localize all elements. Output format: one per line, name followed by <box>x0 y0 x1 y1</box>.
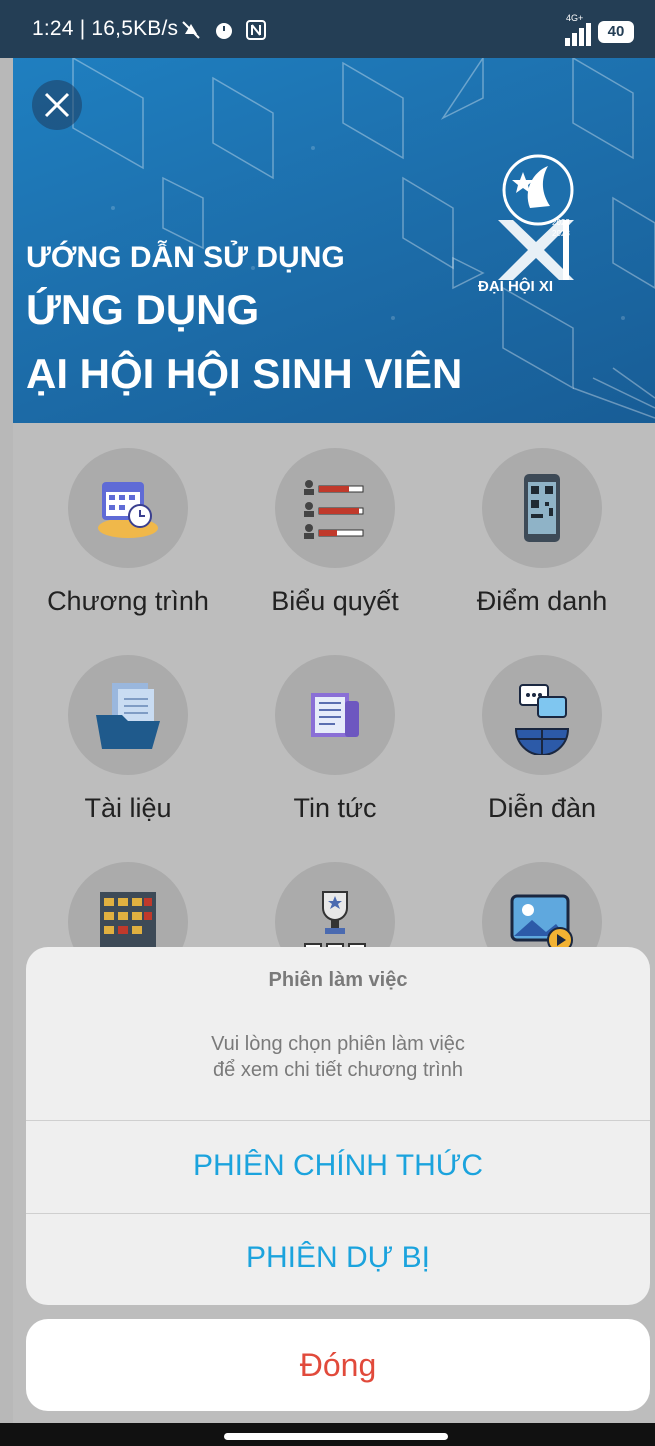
vote-bars-icon <box>304 480 364 539</box>
close-banner-button[interactable] <box>32 80 82 130</box>
guide-banner: ƯỚNG DẪN SỬ DỤNG ỨNG DỤNG ẠI HỘI HỘI SIN… <box>13 58 655 423</box>
mute-icon <box>182 21 200 39</box>
newspaper-icon <box>311 693 359 737</box>
menu-item-dien-dan[interactable]: Diễn đàn <box>442 655 642 855</box>
alarm-icon <box>216 23 232 39</box>
system-nav-bar <box>0 1423 655 1446</box>
battery-icon: 40 <box>598 21 634 43</box>
menu-item-diem-danh[interactable]: Điểm danh <box>442 448 642 648</box>
close-sheet-button[interactable]: Đóng <box>26 1319 650 1411</box>
divider <box>26 1213 650 1214</box>
menu-item-tin-tuc[interactable]: Tin tức <box>235 655 435 855</box>
signal-icon <box>565 23 591 46</box>
divider <box>26 1120 650 1121</box>
sheet-title: Phiên làm việc <box>268 969 408 991</box>
banner-title-line1: ƯỚNG DẪN SỬ DỤNG <box>26 241 345 274</box>
session-action-sheet: Phiên làm việc Vui lòng chọn phiên làm v… <box>26 947 650 1305</box>
status-time: 1:24 | 16,5KB/s <box>32 17 179 40</box>
logo-year-end: 2028 <box>552 229 570 238</box>
nfc-icon <box>246 20 266 40</box>
menu-item-tai-lieu[interactable]: Tài liệu <box>28 655 228 855</box>
calendar-clock-icon <box>98 482 158 538</box>
battery-level: 40 <box>607 23 625 40</box>
close-icon <box>44 92 70 118</box>
chat-globe-icon <box>514 684 570 755</box>
phone-qr-icon <box>524 474 560 542</box>
menu-item-chuong-trinh[interactable]: Chương trình <box>28 448 228 648</box>
menu-label: Diễn đàn <box>487 793 597 823</box>
congress-logo: 2022 2028 ĐẠI HỘI XI <box>468 150 598 300</box>
menu-label: Tài liệu <box>84 793 172 823</box>
status-bar: 1:24 | 16,5KB/s 4G+ 40 <box>0 0 655 58</box>
banner-title-line2: ỨNG DỤNG <box>26 286 260 333</box>
home-indicator[interactable] <box>224 1433 448 1440</box>
official-session-option[interactable]: PHIÊN CHÍNH THỨC <box>26 1149 650 1183</box>
logo-text: ĐẠI HỘI XI <box>478 278 554 295</box>
logo-year-start: 2022 <box>552 218 570 227</box>
menu-label: Biểu quyết <box>271 586 399 616</box>
sheet-message-line2: để xem chi tiết chương trình <box>213 1059 463 1081</box>
folder-documents-icon <box>96 683 160 749</box>
sheet-message: Vui lòng chọn phiên làm việc để xem chi … <box>26 1031 650 1083</box>
menu-label: Tin tức <box>293 793 377 823</box>
menu-label: Điểm danh <box>476 586 608 616</box>
menu-label: Chương trình <box>47 586 209 616</box>
banner-title-line3: ẠI HỘI HỘI SINH VIÊN <box>26 350 463 397</box>
sheet-message-line1: Vui lòng chọn phiên làm việc <box>211 1033 465 1055</box>
menu-item-bieu-quyet[interactable]: Biểu quyết <box>235 448 435 648</box>
close-sheet-label: Đóng <box>299 1347 377 1383</box>
reserve-session-option[interactable]: PHIÊN DỰ BỊ <box>26 1241 650 1275</box>
